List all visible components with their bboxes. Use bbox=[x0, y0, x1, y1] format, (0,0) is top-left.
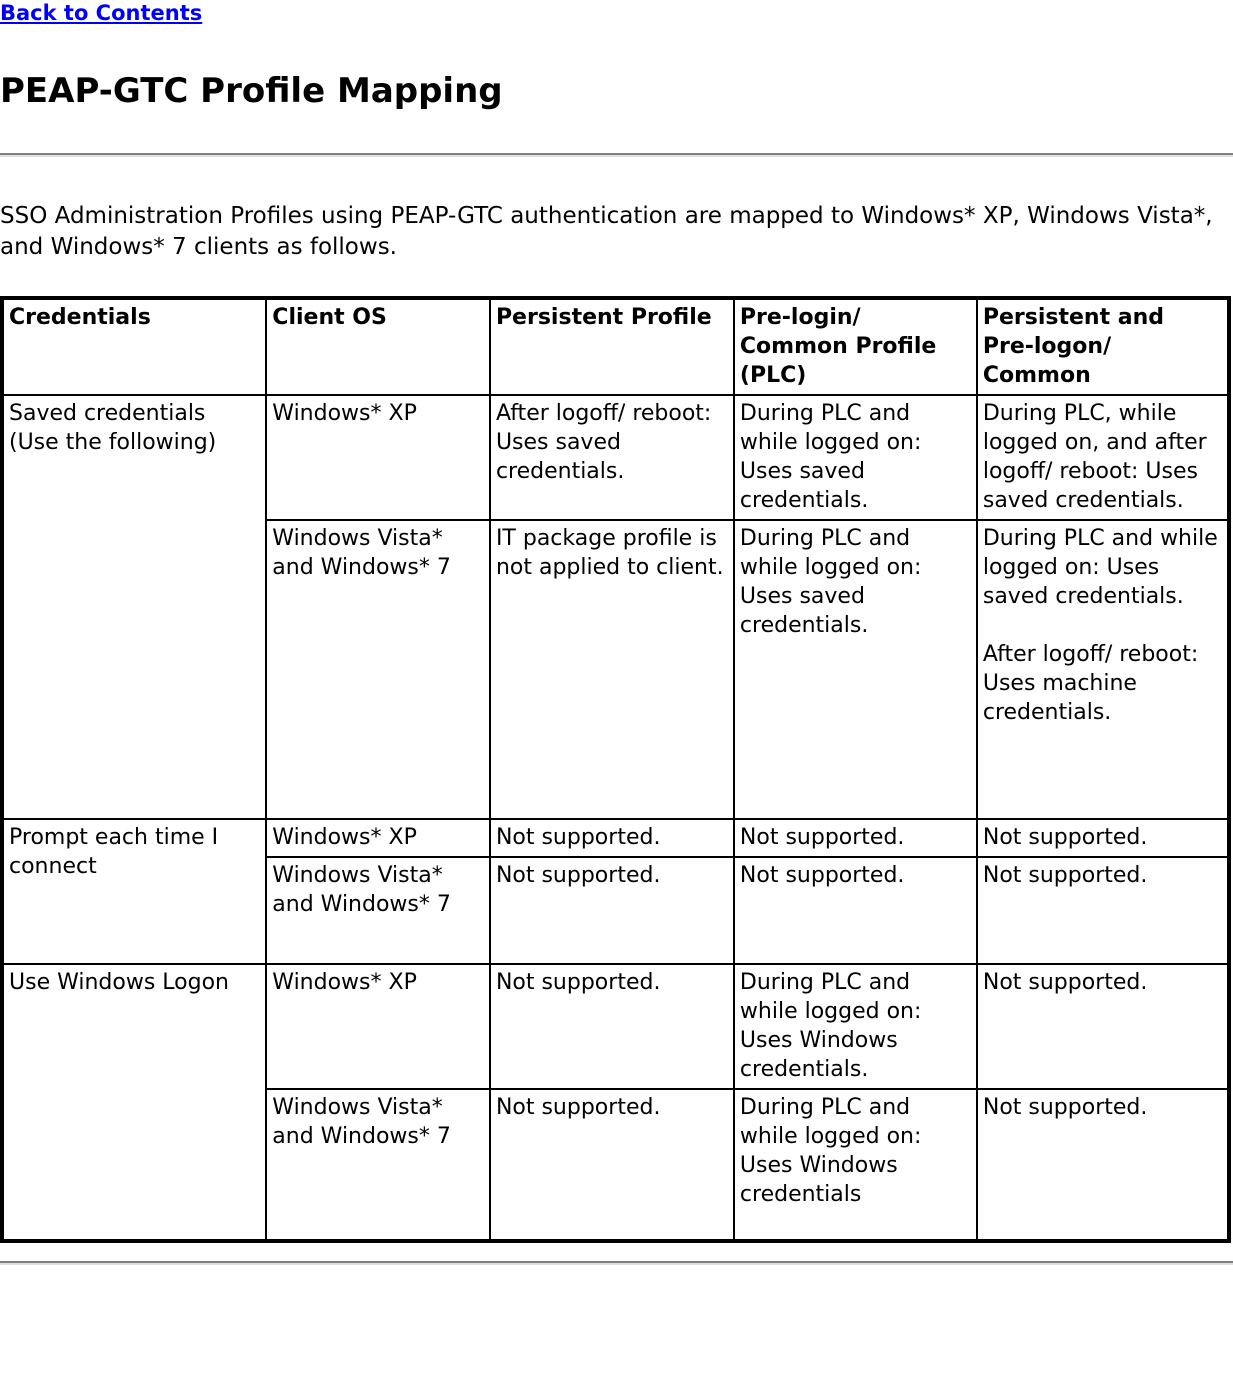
cell-persistent-profile: Not supported. bbox=[489, 1089, 734, 1240]
profile-mapping-table-wrapper: Credentials Client OS Persistent Profile… bbox=[0, 296, 1233, 1243]
cell-persistent-prelogon: Not supported. bbox=[976, 1089, 1228, 1240]
column-header-client-os: Client OS bbox=[266, 299, 490, 395]
cell-client-os: Windows* XP bbox=[266, 964, 490, 1089]
cell-persistent-prelogon: Not supported. bbox=[976, 964, 1228, 1089]
cell-plc: During PLC and while logged on: Uses sav… bbox=[733, 520, 977, 819]
cell-persistent-profile: Not supported. bbox=[489, 857, 734, 964]
cell-persistent-prelogon: Not supported. bbox=[976, 857, 1228, 964]
cell-plc: Not supported. bbox=[733, 857, 977, 964]
cell-persistent-profile: Not supported. bbox=[489, 819, 734, 857]
cell-client-os: Windows* XP bbox=[266, 395, 490, 520]
back-to-contents-wrapper: Back to Contents bbox=[0, 0, 1233, 26]
cell-persistent-prelogon: During PLC, while logged on, and after l… bbox=[976, 395, 1228, 520]
cell-text-secondary: After logoff/ reboot: Uses machine crede… bbox=[982, 642, 1199, 725]
cell-client-os: Windows Vista* and Windows* 7 bbox=[266, 857, 490, 964]
page-title: PEAP-GTC Profile Mapping bbox=[0, 71, 503, 111]
cell-plc: During PLC and while logged on: Uses Win… bbox=[733, 964, 977, 1089]
header-divider bbox=[0, 153, 1233, 157]
cell-persistent-prelogon: Not supported. bbox=[976, 819, 1228, 857]
column-header-plc: Pre-login/ Common Profile (PLC) bbox=[733, 299, 977, 395]
cell-persistent-profile: Not supported. bbox=[489, 964, 734, 1089]
cell-credentials-saved: Saved credentials (Use the following) bbox=[3, 395, 267, 819]
cell-plc: Not supported. bbox=[733, 819, 977, 857]
cell-client-os: Windows Vista* and Windows* 7 bbox=[266, 1089, 490, 1240]
cell-credentials-prompt: Prompt each time I connect bbox=[3, 819, 267, 964]
table-row: Prompt each time I connect Windows* XP N… bbox=[3, 819, 1228, 964]
footer-divider bbox=[0, 1261, 1233, 1265]
profile-mapping-table: Credentials Client OS Persistent Profile… bbox=[0, 296, 1231, 1243]
cell-credentials-windows-logon: Use Windows Logon bbox=[3, 964, 267, 1240]
cell-client-os: Windows* XP bbox=[266, 819, 490, 857]
back-to-contents-link[interactable]: Back to Contents bbox=[0, 0, 202, 26]
cell-persistent-profile: IT package profile is not applied to cli… bbox=[489, 520, 734, 819]
column-header-persistent-profile: Persistent Profile bbox=[489, 299, 734, 395]
table-header-row: Credentials Client OS Persistent Profile… bbox=[3, 299, 1228, 395]
intro-paragraph: SSO Administration Profiles using PEAP-G… bbox=[0, 203, 1213, 260]
cell-client-os: Windows Vista* and Windows* 7 bbox=[266, 520, 490, 819]
cell-persistent-prelogon: During PLC and while logged on: Uses sav… bbox=[976, 520, 1228, 819]
table-row: Use Windows Logon Windows* XP Not suppor… bbox=[3, 964, 1228, 1240]
column-header-credentials: Credentials bbox=[3, 299, 267, 395]
cell-plc: During PLC and while logged on: Uses sav… bbox=[733, 395, 977, 520]
cell-text: During PLC and while logged on: Uses sav… bbox=[982, 526, 1218, 609]
document-page: Back to Contents PEAP-GTC Profile Mappin… bbox=[0, 0, 1233, 1265]
cell-plc: During PLC and while logged on: Uses Win… bbox=[733, 1089, 977, 1240]
cell-persistent-profile: After logoff/ reboot: Uses saved credent… bbox=[489, 395, 734, 520]
cell-text: During PLC, while logged on, and after l… bbox=[982, 401, 1207, 513]
table-row: Saved credentials (Use the following) Wi… bbox=[3, 395, 1228, 819]
column-header-persistent-prelogon: Persistent and Pre-logon/ Common bbox=[976, 299, 1228, 395]
